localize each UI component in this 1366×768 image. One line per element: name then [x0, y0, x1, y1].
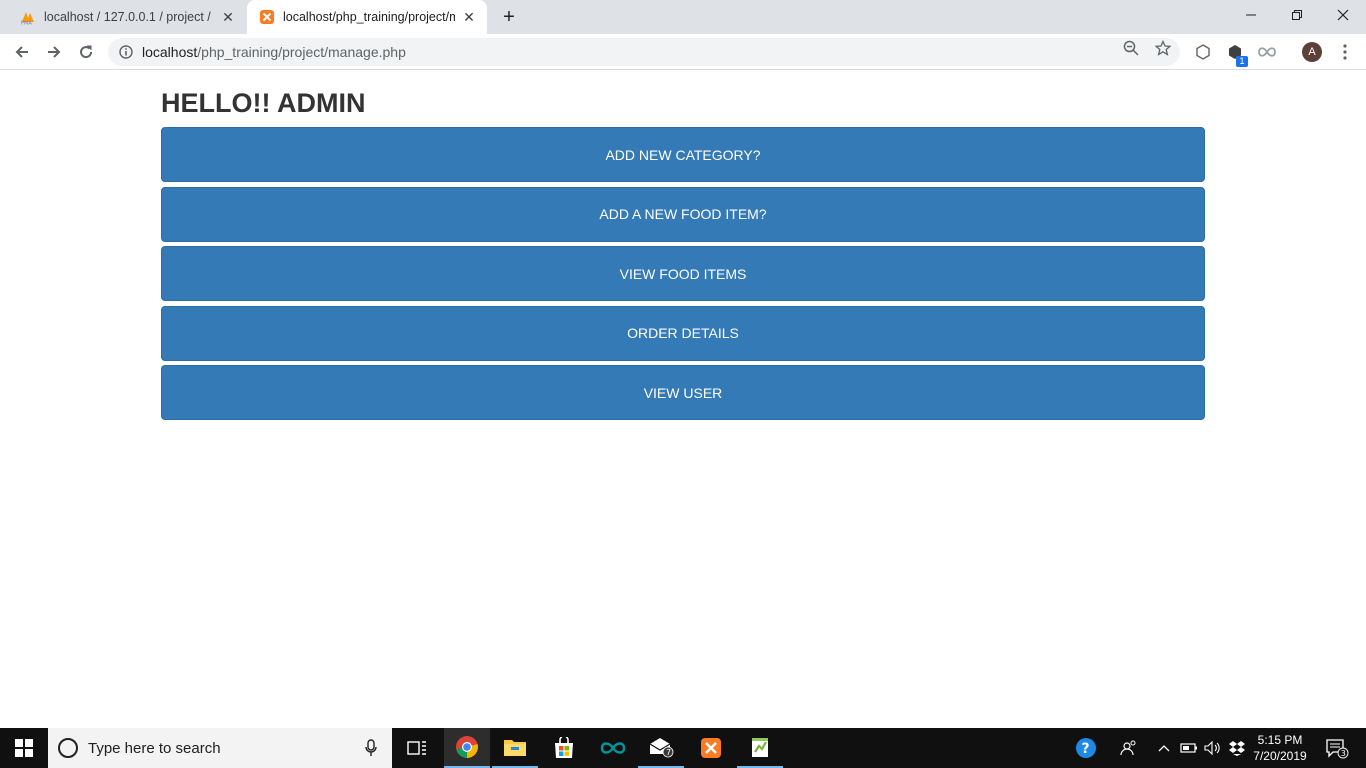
info-icon[interactable] — [118, 44, 134, 60]
phpmyadmin-icon: PMA — [20, 9, 36, 25]
task-view-icon[interactable] — [394, 728, 440, 768]
close-icon[interactable]: ✕ — [461, 9, 477, 25]
chevron-up-icon[interactable] — [1154, 728, 1174, 768]
tab-manage-php[interactable]: localhost/php_training/project/m ✕ — [247, 0, 487, 34]
view-food-items-button[interactable]: VIEW FOOD ITEMS — [161, 246, 1205, 301]
xampp-icon — [259, 9, 275, 25]
search-placeholder: Type here to search — [88, 739, 221, 757]
microsoft-store-icon[interactable] — [541, 728, 587, 768]
profile-avatar[interactable]: A — [1302, 42, 1322, 62]
cortana-icon — [58, 738, 78, 758]
volume-icon[interactable] — [1202, 728, 1224, 768]
tab-title: localhost/php_training/project/m — [283, 10, 455, 24]
action-center-icon[interactable]: 3 — [1322, 728, 1352, 768]
back-icon[interactable] — [8, 38, 36, 66]
clock-date: 7/20/2019 — [1253, 749, 1307, 763]
svg-text:PMA: PMA — [21, 21, 32, 26]
view-user-button[interactable]: VIEW USER — [161, 365, 1205, 420]
forward-icon[interactable] — [40, 38, 68, 66]
page-title: HELLO!! ADMIN — [161, 88, 366, 118]
url-host: localhost — [142, 44, 198, 60]
people-icon[interactable] — [1118, 728, 1140, 768]
close-icon[interactable]: ✕ — [220, 9, 236, 25]
order-details-button[interactable]: ORDER DETAILS — [161, 305, 1205, 361]
window-close-icon[interactable] — [1320, 0, 1366, 30]
mail-icon[interactable]: 7 — [638, 728, 684, 768]
menu-kebab-icon[interactable] — [1335, 42, 1355, 62]
file-explorer-icon[interactable] — [492, 728, 538, 768]
windows-start-icon[interactable] — [0, 728, 48, 768]
bookmark-star-icon[interactable] — [1155, 40, 1171, 56]
microphone-icon[interactable] — [364, 739, 378, 757]
add-category-button[interactable]: ADD NEW CATEGORY? — [161, 127, 1205, 182]
page-content: HELLO!! ADMIN ADD NEW CATEGORY? ADD A NE… — [0, 71, 1366, 728]
tab-phpmyadmin[interactable]: PMA localhost / 127.0.0.1 / project / or… — [8, 0, 246, 34]
zoom-icon[interactable] — [1123, 40, 1139, 56]
tab-title: localhost / 127.0.0.1 / project / or — [44, 10, 214, 24]
url-path: /php_training/project/manage.php — [197, 44, 406, 60]
notepad-plus-icon[interactable] — [737, 728, 783, 768]
tab-strip: PMA localhost / 127.0.0.1 / project / or… — [0, 0, 1366, 34]
svg-text:?: ? — [1082, 741, 1090, 757]
taskbar-search[interactable]: Type here to search — [48, 728, 392, 768]
browser-toolbar: localhost/php_training/project/manage.ph… — [0, 34, 1366, 70]
notification-count: 3 — [1341, 749, 1346, 758]
add-food-item-button[interactable]: ADD A NEW FOOD ITEM? — [161, 186, 1205, 242]
system-clock[interactable]: 5:15 PM 7/20/2019 — [1244, 732, 1316, 764]
mail-badge: 7 — [666, 748, 671, 757]
infinity-icon[interactable] — [1257, 42, 1277, 62]
address-bar[interactable]: localhost/php_training/project/manage.ph… — [108, 38, 1180, 66]
admin-menu: ADD NEW CATEGORY? ADD A NEW FOOD ITEM? V… — [161, 127, 1205, 425]
clock-time: 5:15 PM — [1257, 733, 1303, 747]
extension-badge: 1 — [1236, 56, 1248, 67]
minimize-icon[interactable] — [1228, 0, 1274, 30]
reload-icon[interactable] — [72, 38, 100, 66]
chrome-icon[interactable] — [444, 728, 490, 768]
restore-icon[interactable] — [1274, 0, 1320, 30]
arduino-icon[interactable] — [590, 728, 636, 768]
extension-cube-icon[interactable] — [1193, 42, 1213, 62]
taskbar: Type here to search 7 ? 5:15 PM 7/20/201… — [0, 728, 1366, 768]
xampp-taskbar-icon[interactable] — [688, 728, 734, 768]
help-icon[interactable]: ? — [1072, 728, 1100, 768]
new-tab-button[interactable]: + — [498, 6, 520, 28]
battery-icon[interactable] — [1178, 728, 1200, 768]
